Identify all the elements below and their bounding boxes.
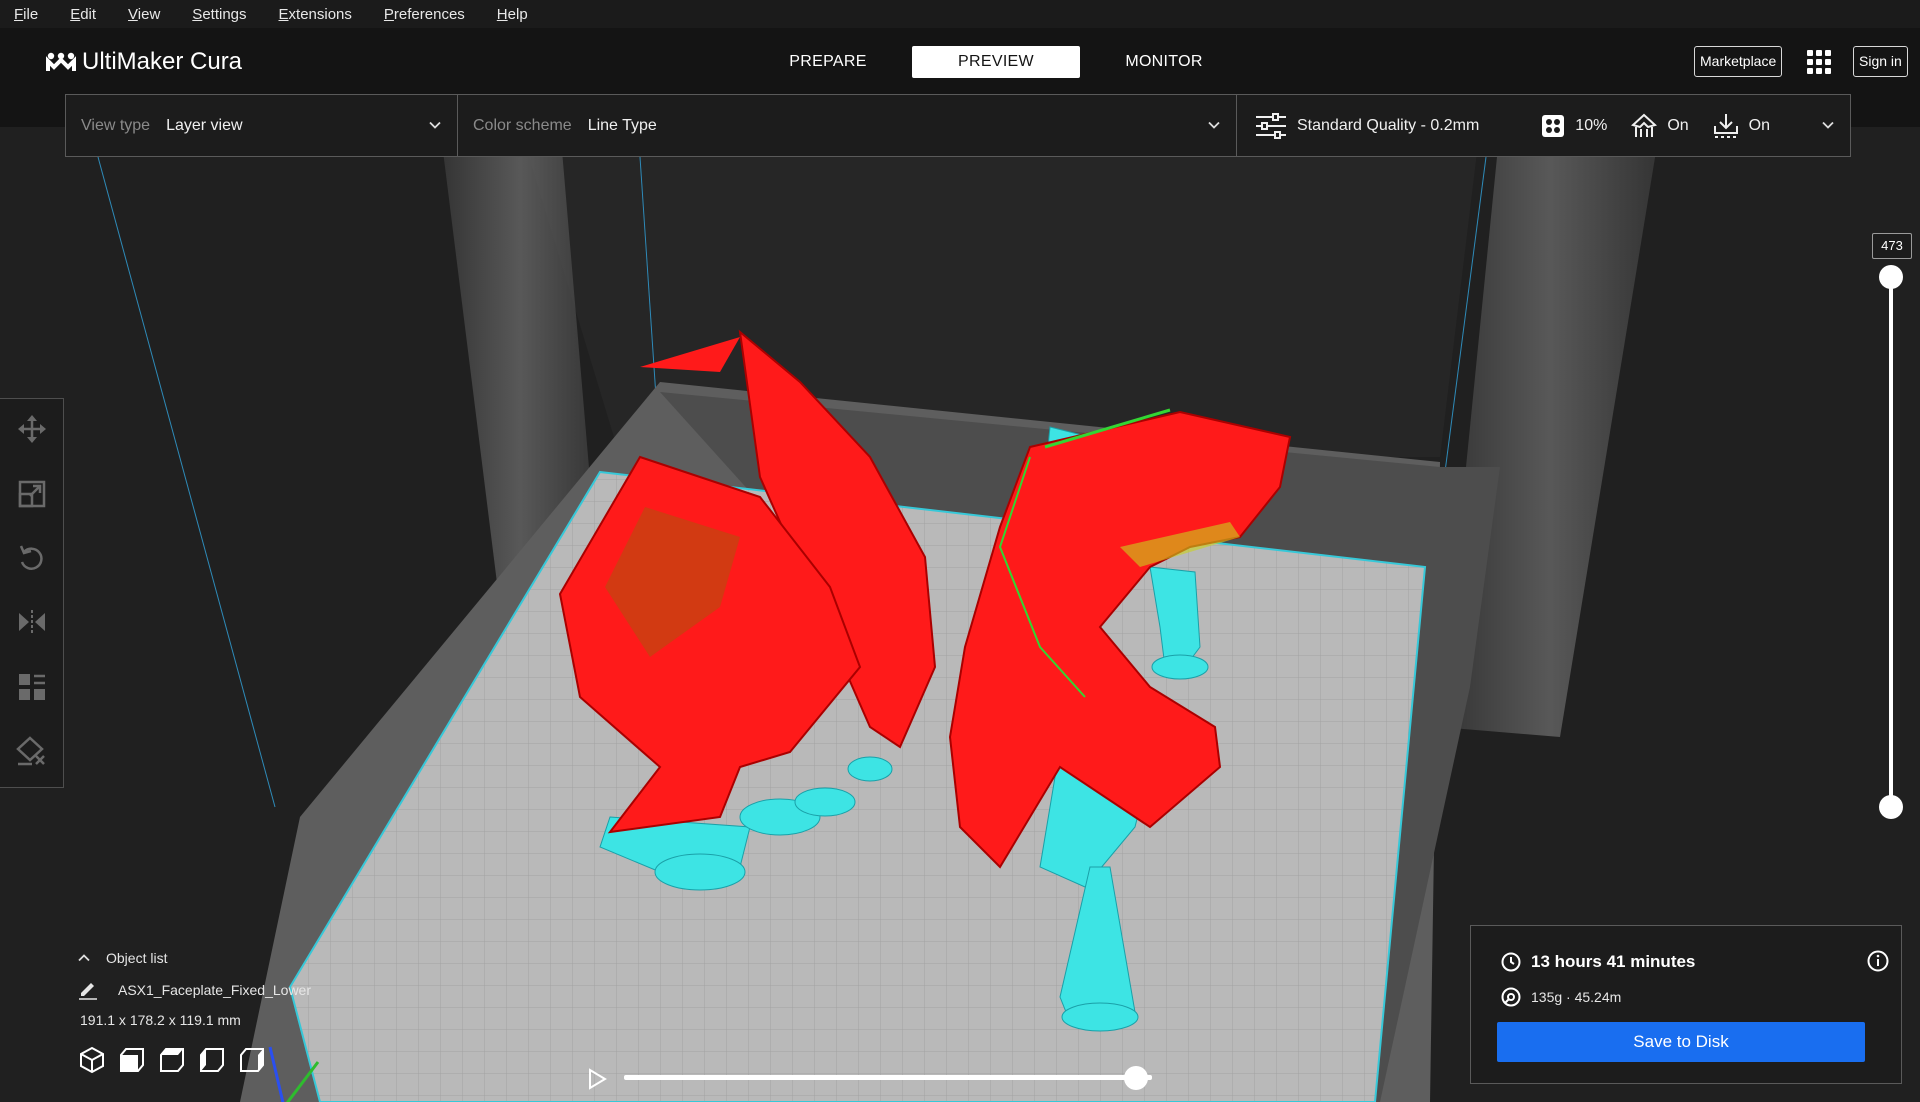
color-scheme-label: Color scheme (473, 116, 572, 134)
color-scheme-dropdown[interactable]: Color scheme Line Type (458, 95, 1237, 156)
apps-grid-icon[interactable] (1806, 49, 1832, 75)
per-model-settings-icon[interactable] (16, 671, 48, 703)
menu-view[interactable]: View (128, 6, 160, 23)
filament-spool-icon (1501, 987, 1521, 1007)
menu-file[interactable]: File (14, 6, 38, 23)
app-name: UltiMaker Cura (82, 48, 243, 75)
tool-panel (0, 398, 64, 788)
layer-slider-lower-handle[interactable] (1879, 795, 1903, 819)
object-list-title: Object list (106, 950, 168, 966)
print-summary-panel: 13 hours 41 minutes 135g · 45.24m Save t… (1470, 925, 1902, 1084)
support-value: On (1667, 116, 1689, 134)
tab-prepare[interactable]: PREPARE (744, 46, 912, 78)
layer-number-input[interactable]: 473 (1872, 233, 1912, 259)
front-view-icon[interactable] (118, 1046, 146, 1074)
stage-tabs: PREPARE PREVIEW MONITOR (744, 46, 1248, 78)
chevron-up-icon (78, 954, 90, 962)
object-row[interactable]: ASX1_Faceplate_Fixed_Lower (78, 980, 311, 1000)
support-blocker-icon[interactable] (16, 735, 48, 767)
menu-bar: File Edit View Settings Extensions Prefe… (0, 0, 1920, 28)
save-to-disk-button[interactable]: Save to Disk (1497, 1022, 1865, 1062)
adhesion-value: On (1748, 116, 1771, 134)
menu-help[interactable]: Help (497, 6, 528, 23)
app-logo: UltiMaker Cura (46, 48, 242, 76)
menu-preferences[interactable]: Preferences (384, 6, 465, 23)
quality-profile: Standard Quality - 0.2mm (1255, 112, 1480, 139)
right-view-icon[interactable] (238, 1046, 266, 1074)
simulation-slider-handle[interactable] (1124, 1066, 1149, 1090)
object-dimensions: 191.1 x 178.2 x 119.1 mm (80, 1012, 241, 1028)
infill-value: 10% (1575, 116, 1608, 134)
view-type-dropdown[interactable]: View type Layer view (66, 95, 458, 156)
settings-sliders-icon (1256, 112, 1286, 139)
menu-settings[interactable]: Settings (192, 6, 246, 23)
play-icon[interactable] (586, 1068, 608, 1090)
pencil-icon[interactable] (78, 980, 98, 1000)
chevron-down-icon (1208, 121, 1220, 129)
support-setting: On (1631, 113, 1689, 139)
3d-view-icon[interactable] (78, 1046, 106, 1074)
adhesion-setting: On (1713, 113, 1770, 139)
simulation-slider-track[interactable] (624, 1075, 1152, 1080)
sign-in-button[interactable]: Sign in (1853, 46, 1908, 77)
view-type-label: View type (81, 116, 151, 134)
object-list-panel: Object list ASX1_Faceplate_Fixed_Lower 1… (78, 950, 311, 1074)
adhesion-icon (1713, 113, 1738, 138)
info-icon[interactable] (1867, 950, 1889, 972)
menu-edit[interactable]: Edit (70, 6, 96, 23)
top-view-icon[interactable] (158, 1046, 186, 1074)
clock-icon (1501, 952, 1521, 972)
preview-toolbar: View type Layer view Color scheme Line T… (65, 94, 1851, 157)
scale-icon[interactable] (16, 478, 48, 510)
menu-extensions[interactable]: Extensions (279, 6, 352, 23)
chevron-down-icon (1822, 121, 1834, 129)
material-usage: 135g · 45.24m (1531, 989, 1622, 1005)
print-time: 13 hours 41 minutes (1531, 952, 1696, 971)
quality-label: Standard Quality - 0.2mm (1297, 116, 1480, 134)
print-settings-selector[interactable]: Standard Quality - 0.2mm 10% On On (1237, 95, 1850, 156)
support-icon (1631, 113, 1658, 137)
mirror-icon[interactable] (16, 606, 48, 638)
chevron-down-icon (429, 121, 441, 129)
infill-icon (1542, 114, 1565, 137)
layer-slider-upper-handle[interactable] (1879, 265, 1903, 289)
tab-monitor[interactable]: MONITOR (1080, 46, 1248, 78)
layer-slider-track[interactable] (1889, 277, 1893, 807)
infill-setting: 10% (1541, 114, 1607, 138)
ultimaker-logo-icon (46, 52, 76, 71)
marketplace-button[interactable]: Marketplace (1694, 46, 1783, 77)
tab-preview[interactable]: PREVIEW (912, 46, 1080, 78)
view-type-value: Layer view (166, 116, 243, 134)
rotate-icon[interactable] (16, 542, 48, 574)
camera-view-buttons (78, 1046, 311, 1074)
left-view-icon[interactable] (198, 1046, 226, 1074)
object-name: ASX1_Faceplate_Fixed_Lower (118, 982, 312, 998)
color-scheme-value: Line Type (587, 116, 657, 134)
move-icon[interactable] (16, 413, 48, 445)
object-list-header[interactable]: Object list (78, 950, 311, 966)
